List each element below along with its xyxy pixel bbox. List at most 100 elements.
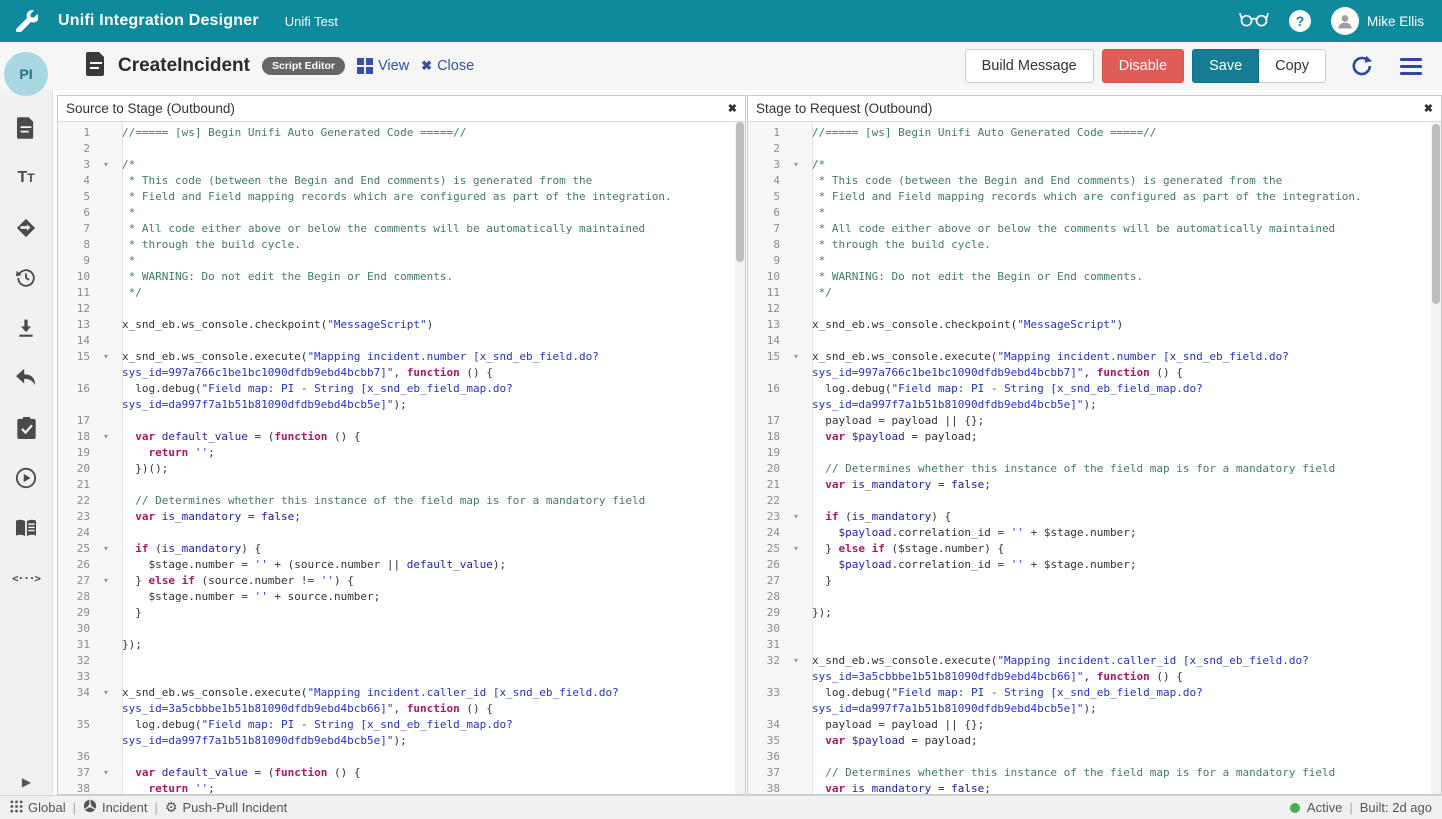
code-line[interactable]: 25▾ if (is_mandatory) { bbox=[58, 541, 735, 557]
code-line[interactable]: 6 * bbox=[748, 205, 1431, 221]
code-line[interactable]: 11 */ bbox=[748, 285, 1431, 301]
docs-book-icon[interactable] bbox=[14, 516, 38, 540]
code-line[interactable]: 30 bbox=[748, 621, 1431, 637]
code-line[interactable]: 8 * through the build cycle. bbox=[748, 237, 1431, 253]
sidebar-expand-icon[interactable]: ▶ bbox=[0, 775, 53, 789]
fold-arrow-icon[interactable]: ▾ bbox=[90, 573, 122, 589]
code-line[interactable]: 12 bbox=[748, 301, 1431, 317]
code-line[interactable]: 19 bbox=[748, 445, 1431, 461]
navigate-diamond-icon[interactable] bbox=[14, 216, 38, 240]
code-line[interactable]: 21 var is_mandatory = false; bbox=[748, 477, 1431, 493]
fold-arrow-icon[interactable]: ▾ bbox=[780, 541, 812, 557]
fold-arrow-icon[interactable]: ▾ bbox=[780, 653, 812, 669]
code-line[interactable]: 19 return ''; bbox=[58, 445, 735, 461]
fold-arrow-icon[interactable]: ▾ bbox=[90, 685, 122, 701]
scrollbar-thumb[interactable] bbox=[736, 122, 744, 262]
code-line[interactable]: 36 bbox=[748, 749, 1431, 765]
code-line[interactable]: 32▾x_snd_eb.ws_console.execute("Mapping … bbox=[748, 653, 1431, 685]
menu-icon[interactable] bbox=[1396, 54, 1426, 79]
code-line[interactable]: 15▾x_snd_eb.ws_console.execute("Mapping … bbox=[58, 349, 735, 381]
fold-arrow-icon[interactable]: ▾ bbox=[90, 157, 122, 173]
fold-arrow-icon[interactable]: ▾ bbox=[90, 429, 122, 445]
code-line[interactable]: 22 // Determines whether this instance o… bbox=[58, 493, 735, 509]
vertical-scrollbar[interactable] bbox=[1431, 122, 1441, 794]
nav-environment[interactable]: Unifi Test bbox=[285, 14, 338, 29]
code-line[interactable]: 32 bbox=[58, 653, 735, 669]
code-line[interactable]: 31 bbox=[748, 637, 1431, 653]
help-icon[interactable]: ? bbox=[1289, 10, 1311, 32]
code-line[interactable]: 7 * All code either above or below the c… bbox=[748, 221, 1431, 237]
build-message-button[interactable]: Build Message bbox=[965, 49, 1094, 83]
fold-arrow-icon[interactable]: ▾ bbox=[90, 765, 122, 781]
code-line[interactable]: 23▾ if (is_mandatory) { bbox=[748, 509, 1431, 525]
code-line[interactable]: 36 bbox=[58, 749, 735, 765]
disable-button[interactable]: Disable bbox=[1102, 49, 1184, 83]
code-line[interactable]: 35 log.debug("Field map: PI - String [x_… bbox=[58, 717, 735, 749]
fold-arrow-icon[interactable]: ▾ bbox=[90, 349, 122, 365]
fold-arrow-icon[interactable]: ▾ bbox=[780, 509, 812, 525]
code-line[interactable]: 2 bbox=[748, 141, 1431, 157]
code-line[interactable]: 20 })(); bbox=[58, 461, 735, 477]
refresh-icon[interactable] bbox=[1346, 50, 1378, 82]
code-line[interactable]: 2 bbox=[58, 141, 735, 157]
code-line[interactable]: 37▾ var default_value = (function () { bbox=[58, 765, 735, 781]
code-line[interactable]: 12 bbox=[58, 301, 735, 317]
code-line[interactable]: 24 bbox=[58, 525, 735, 541]
undo-icon[interactable] bbox=[14, 366, 38, 390]
code-line[interactable]: 31}); bbox=[58, 637, 735, 653]
scope-link[interactable]: Global bbox=[10, 800, 66, 816]
user-menu[interactable]: Mike Ellis bbox=[1331, 7, 1424, 35]
code-line[interactable]: 21 bbox=[58, 477, 735, 493]
code-line[interactable]: 26 $stage.number = '' + (source.number |… bbox=[58, 557, 735, 573]
fold-arrow-icon[interactable]: ▾ bbox=[780, 157, 812, 173]
code-line[interactable]: 6 * bbox=[58, 205, 735, 221]
fold-arrow-icon[interactable]: ▾ bbox=[780, 349, 812, 365]
code-line[interactable]: 14 bbox=[748, 333, 1431, 349]
code-line[interactable]: 4 * This code (between the Begin and End… bbox=[748, 173, 1431, 189]
code-editor[interactable]: 1//===== [ws] Begin Unifi Auto Generated… bbox=[58, 122, 735, 794]
code-line[interactable]: 1//===== [ws] Begin Unifi Auto Generated… bbox=[58, 125, 735, 141]
copy-button[interactable]: Copy bbox=[1259, 49, 1326, 83]
code-line[interactable]: 33 bbox=[58, 669, 735, 685]
code-line[interactable]: 18▾ var default_value = (function () { bbox=[58, 429, 735, 445]
code-line[interactable]: 11 */ bbox=[58, 285, 735, 301]
download-icon[interactable] bbox=[14, 316, 38, 340]
code-line[interactable]: 24 $payload.correlation_id = '' + $stage… bbox=[748, 525, 1431, 541]
scrollbar-thumb[interactable] bbox=[1432, 124, 1440, 304]
process-link[interactable]: ⚙ Push-Pull Incident bbox=[165, 800, 287, 816]
code-line[interactable]: 4 * This code (between the Begin and End… bbox=[58, 173, 735, 189]
code-line[interactable]: 34▾x_snd_eb.ws_console.execute("Mapping … bbox=[58, 685, 735, 717]
fold-arrow-icon[interactable]: ▾ bbox=[90, 541, 122, 557]
code-line[interactable]: 22 bbox=[748, 493, 1431, 509]
document-icon[interactable] bbox=[14, 116, 38, 140]
tasks-icon[interactable] bbox=[14, 416, 38, 440]
code-line[interactable]: 13x_snd_eb.ws_console.checkpoint("Messag… bbox=[748, 317, 1431, 333]
code-line[interactable]: 16 log.debug("Field map: PI - String [x_… bbox=[58, 381, 735, 413]
code-line[interactable]: 23 var is_mandatory = false; bbox=[58, 509, 735, 525]
code-icon[interactable]: <···> bbox=[14, 566, 38, 590]
code-line[interactable]: 15▾x_snd_eb.ws_console.execute("Mapping … bbox=[748, 349, 1431, 381]
code-line[interactable]: 26 $payload.correlation_id = '' + $stage… bbox=[748, 557, 1431, 573]
integration-link[interactable]: Incident bbox=[83, 799, 148, 816]
code-line[interactable]: 18 var $payload = payload; bbox=[748, 429, 1431, 445]
code-line[interactable]: 37 // Determines whether this instance o… bbox=[748, 765, 1431, 781]
view-button[interactable]: View bbox=[357, 58, 409, 74]
code-line[interactable]: 29 } bbox=[58, 605, 735, 621]
code-line[interactable]: 35 var $payload = payload; bbox=[748, 733, 1431, 749]
code-line[interactable]: 17 payload = payload || {}; bbox=[748, 413, 1431, 429]
code-line[interactable]: 1//===== [ws] Begin Unifi Auto Generated… bbox=[748, 125, 1431, 141]
code-line[interactable]: 10 * WARNING: Do not edit the Begin or E… bbox=[748, 269, 1431, 285]
code-line[interactable]: 16 log.debug("Field map: PI - String [x_… bbox=[748, 381, 1431, 413]
code-line[interactable]: 25▾ } else if ($stage.number) { bbox=[748, 541, 1431, 557]
close-button[interactable]: ✖ Close bbox=[421, 58, 474, 74]
code-line[interactable]: 20 // Determines whether this instance o… bbox=[748, 461, 1431, 477]
code-line[interactable]: 27▾ } else if (source.number != '') { bbox=[58, 573, 735, 589]
save-button[interactable]: Save bbox=[1192, 49, 1259, 83]
vertical-scrollbar[interactable] bbox=[735, 122, 745, 794]
code-line[interactable]: 13x_snd_eb.ws_console.checkpoint("Messag… bbox=[58, 317, 735, 333]
code-line[interactable]: 38 return ''; bbox=[58, 781, 735, 794]
code-line[interactable]: 29}); bbox=[748, 605, 1431, 621]
panel-close-icon[interactable]: ✖ bbox=[728, 102, 737, 115]
code-line[interactable]: 9 * bbox=[748, 253, 1431, 269]
history-icon[interactable] bbox=[14, 266, 38, 290]
